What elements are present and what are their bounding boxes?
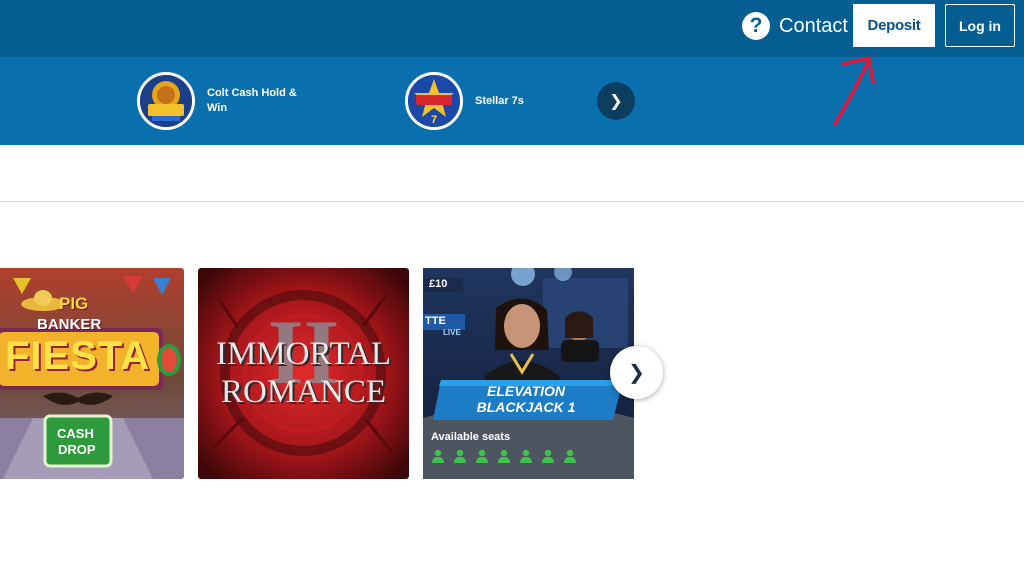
colt-cash-thumbnail bbox=[137, 72, 195, 130]
available-seats-row bbox=[431, 449, 577, 463]
stellar-7s-thumbnail: 7 bbox=[405, 72, 463, 130]
seat-available-icon bbox=[564, 449, 576, 463]
help-icon: ? bbox=[742, 12, 770, 40]
recent-game-colt-cash[interactable]: Colt Cash Hold & Win bbox=[137, 72, 307, 130]
seat-available-icon bbox=[476, 449, 488, 463]
seat-available-icon bbox=[498, 449, 510, 463]
strip-next-button[interactable]: ❯ bbox=[597, 82, 635, 120]
chevron-right-icon: ❯ bbox=[609, 91, 623, 110]
section-divider bbox=[0, 201, 1024, 202]
svg-text:7: 7 bbox=[431, 114, 437, 126]
recent-game-stellar-7s[interactable]: 7 Stellar 7s bbox=[405, 72, 575, 130]
cash-drop-line2: DROP bbox=[58, 442, 96, 457]
game-tile-pig-banker-fiesta[interactable]: PIG BANKER FIESTA CASH DROP bbox=[0, 268, 184, 479]
carousel-next-button[interactable]: ❯ bbox=[610, 346, 663, 399]
game-tile-elevation-blackjack-1[interactable]: £10 TTE LIVE ELEVATION BLACKJACK 1 Avail… bbox=[423, 268, 634, 479]
contact-label: Contact bbox=[779, 14, 848, 37]
pig-title-line3: FIESTA bbox=[5, 334, 151, 378]
immortal-title-line1: IMMORTAL bbox=[215, 336, 392, 372]
pig-title-line2: BANKER bbox=[37, 316, 102, 333]
recent-game-name: Stellar 7s bbox=[475, 94, 524, 107]
login-button[interactable]: Log in bbox=[945, 4, 1015, 47]
deposit-button[interactable]: Deposit bbox=[853, 4, 935, 47]
seat-available-icon bbox=[432, 449, 444, 463]
annotation-arrow-icon bbox=[833, 56, 875, 126]
pig-title-line1: PIG bbox=[59, 294, 89, 313]
blackjack-title-line2: BLACKJACK 1 bbox=[476, 399, 576, 415]
immortal-title-line2: ROMANCE bbox=[220, 374, 387, 410]
recent-game-name: Colt Cash Hold & Win bbox=[207, 87, 297, 114]
contact-link[interactable]: ? Contact bbox=[742, 10, 848, 42]
live-banner-fragment: TTE bbox=[425, 315, 446, 327]
top-header: ? Contact Deposit Log in bbox=[0, 0, 1024, 57]
available-seats-label: Available seats bbox=[431, 431, 511, 443]
seat-available-icon bbox=[520, 449, 532, 463]
jackpot-label: £10 bbox=[429, 278, 448, 290]
chevron-right-icon: ❯ bbox=[628, 360, 645, 384]
live-badge: LIVE bbox=[443, 328, 461, 337]
seat-available-icon bbox=[542, 449, 554, 463]
seat-available-icon bbox=[454, 449, 466, 463]
blackjack-title-line1: ELEVATION bbox=[486, 383, 566, 399]
cash-drop-line1: CASH bbox=[57, 426, 94, 441]
game-tile-immortal-romance-ii[interactable]: II IMMORTAL ROMANCE bbox=[198, 268, 409, 479]
